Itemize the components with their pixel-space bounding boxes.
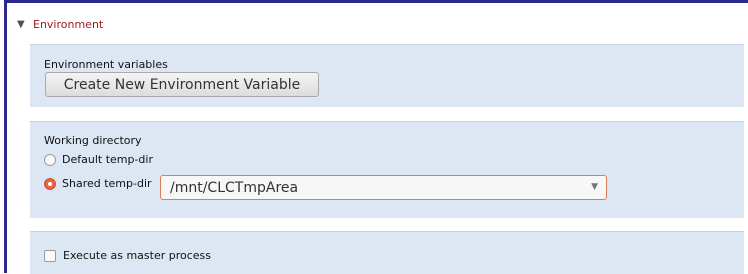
shared-temp-dir-radio[interactable] (44, 177, 56, 190)
execute-as-master-label[interactable]: Execute as master process (63, 249, 211, 262)
working-directory-section: Working directory Default temp-dir Share… (30, 121, 744, 218)
execute-as-master-option[interactable]: Execute as master process (44, 249, 211, 262)
shared-temp-dir-label[interactable]: Shared temp-dir (62, 177, 152, 190)
environment-header[interactable]: ▼ Environment (17, 16, 103, 32)
shared-temp-dir-option[interactable]: Shared temp-dir (44, 177, 152, 190)
dropdown-arrow-icon[interactable]: ▼ (591, 182, 598, 192)
default-temp-dir-label[interactable]: Default temp-dir (62, 153, 153, 166)
shared-temp-dir-value: /mnt/CLCTmpArea (170, 179, 299, 196)
default-temp-dir-radio[interactable] (44, 153, 56, 166)
execution-section: Execute as master process (30, 231, 744, 274)
shared-temp-dir-select[interactable]: /mnt/CLCTmpArea ▼ (160, 175, 607, 200)
environment-title[interactable]: Environment (33, 18, 103, 31)
create-environment-variable-button[interactable]: Create New Environment Variable (45, 72, 319, 97)
working-directory-label: Working directory (44, 134, 142, 147)
execute-as-master-checkbox[interactable] (44, 249, 56, 262)
environment-variables-section: Environment variables Create New Environ… (30, 44, 744, 107)
collapse-triangle-icon[interactable]: ▼ (17, 19, 29, 30)
environment-variables-label: Environment variables (44, 58, 168, 71)
default-temp-dir-option[interactable]: Default temp-dir (44, 153, 153, 166)
